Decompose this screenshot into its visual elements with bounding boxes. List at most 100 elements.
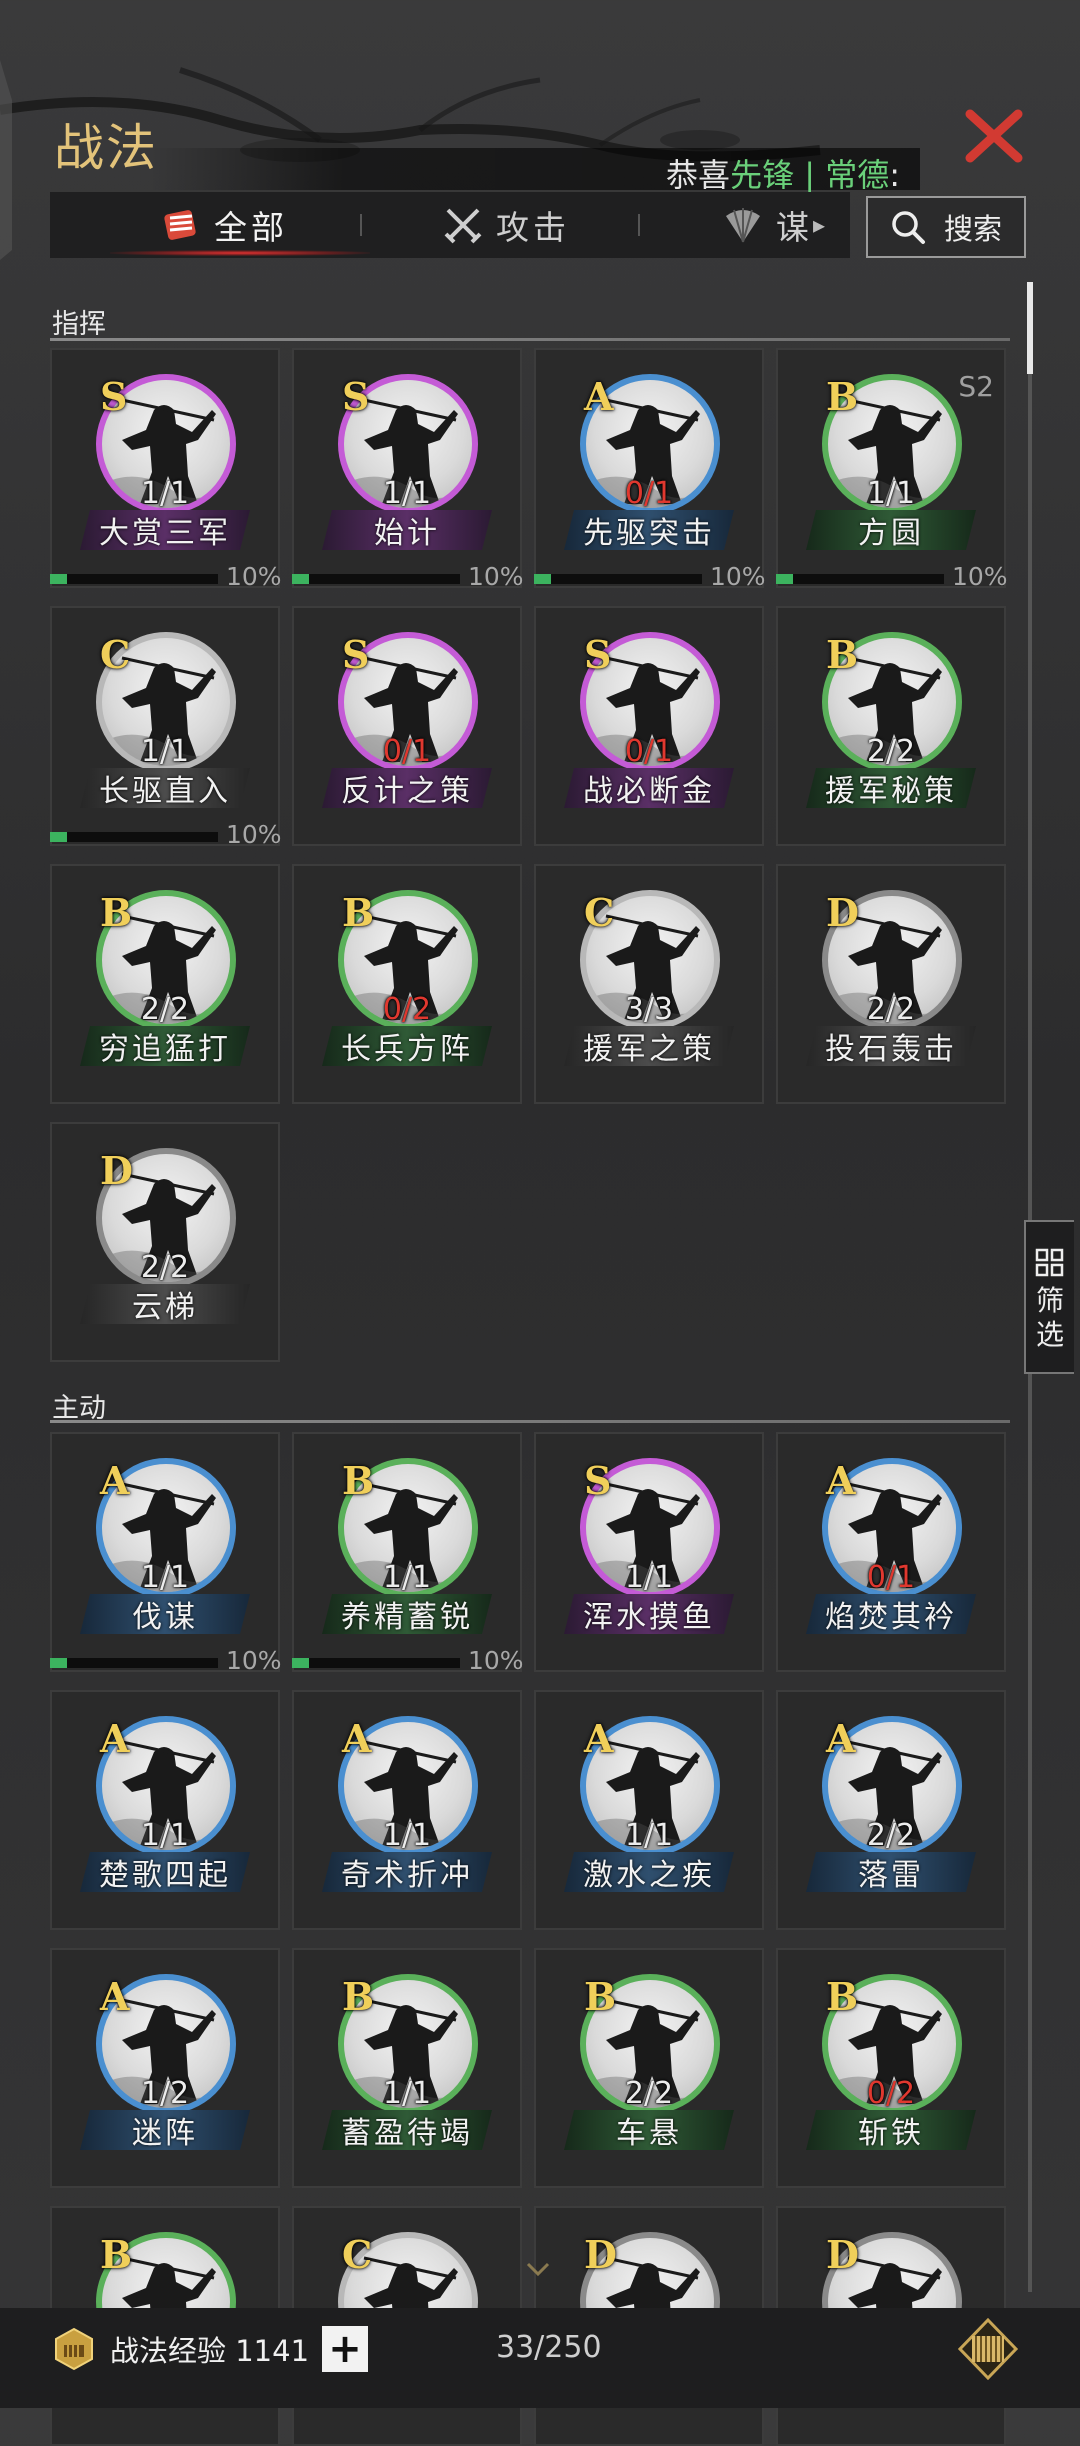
tactic-card[interactable]: S 1/1 浑水摸鱼	[534, 1432, 764, 1672]
tactic-progress-bar	[50, 832, 218, 842]
grid-icon	[1035, 1248, 1064, 1277]
tactic-grade: A	[584, 374, 614, 419]
tactic-name: 长驱直入	[80, 768, 250, 808]
tactic-card[interactable]: B 1/1 养精蓄锐	[292, 1432, 522, 1672]
tab-strategy[interactable]: 谋 ▸	[722, 192, 825, 258]
tactic-progress-fill	[50, 574, 67, 584]
tactic-name: 先驱突击	[564, 510, 734, 550]
tactic-grade: S	[584, 1458, 612, 1503]
tactic-count-label: 0/1	[382, 734, 432, 769]
tactic-card[interactable]: S 1/1 始计	[292, 348, 522, 588]
tactic-card[interactable]: A 1/1 激水之疾	[534, 1690, 764, 1930]
tactic-name: 始计	[322, 510, 492, 550]
tactic-name: 云梯	[80, 1284, 250, 1324]
tactic-grade: A	[100, 1458, 130, 1503]
tactic-grade: B	[100, 2232, 133, 2277]
chevron-right-icon[interactable]: ▸	[813, 211, 825, 239]
tactic-count-label: 2/2	[866, 1818, 916, 1853]
page-title: 战法	[54, 119, 158, 177]
tactic-name: 大赏三军	[80, 510, 250, 550]
tactic-count-label: 1/1	[382, 476, 432, 511]
tactic-progress-text: 10%	[468, 1646, 524, 1675]
tactic-grade: C	[100, 632, 131, 677]
bundle-icon	[164, 210, 196, 240]
tactic-card[interactable]: A 0/1 焰焚其衿	[776, 1432, 1006, 1672]
close-icon[interactable]	[962, 104, 1026, 168]
tactic-grade: B	[584, 1974, 617, 2019]
tactic-card[interactable]: A 1/1 奇术折冲	[292, 1690, 522, 1930]
tactic-grade: B	[342, 1974, 375, 2019]
tactic-card[interactable]: B 2/2 穷追猛打	[50, 864, 280, 1104]
tactic-progress-fill	[50, 832, 67, 842]
tactic-card[interactable]: S 0/1 战必断金	[534, 606, 764, 846]
tactic-count-label: 0/1	[624, 734, 674, 769]
tactic-grade: B	[342, 1458, 375, 1503]
tab-divider	[360, 214, 362, 236]
tactic-card[interactable]: A 0/1 先驱突击	[534, 348, 764, 588]
tactic-card[interactable]: S 0/1 反计之策	[292, 606, 522, 846]
tactic-progress-fill	[292, 1658, 309, 1668]
scroll-bundle-icon[interactable]	[958, 2318, 1018, 2380]
tactic-count-label: 3/3	[624, 992, 674, 1027]
add-exp-button[interactable]: +	[322, 2326, 368, 2372]
tactic-name: 落雷	[806, 1852, 976, 1892]
tactic-count-label: 2/2	[624, 2076, 674, 2111]
tactic-name: 斩铁	[806, 2110, 976, 2150]
tab-all[interactable]: 全部	[160, 192, 288, 258]
ticker-suffix: :	[889, 156, 900, 194]
tactic-grade: B	[826, 1974, 859, 2019]
tactic-card[interactable]: D 2/2 云梯	[50, 1122, 280, 1362]
tactic-grade: A	[100, 1974, 130, 2019]
tactic-grade: D	[826, 890, 859, 935]
tactic-grade: D	[826, 2232, 859, 2277]
ticker-person: 常德	[825, 156, 890, 194]
tactic-card[interactable]: B 2/2 车悬	[534, 1948, 764, 2188]
tactic-name: 援军秘策	[806, 768, 976, 808]
tactic-card[interactable]: B 2/2 援军秘策	[776, 606, 1006, 846]
tactic-grade: S	[342, 374, 370, 419]
tactic-count-label: 0/2	[382, 992, 432, 1027]
ticker-separator: |	[794, 156, 826, 194]
tactic-count-label: 0/1	[624, 476, 674, 511]
tactic-card[interactable]: S 1/1 大赏三军	[50, 348, 280, 588]
tactic-progress-text: 10%	[226, 820, 282, 849]
tactic-card[interactable]: C 1/1 长驱直入	[50, 606, 280, 846]
tactic-name: 焰焚其衿	[806, 1594, 976, 1634]
tab-attack[interactable]: 攻击	[442, 192, 570, 258]
filter-label-1: 筛	[1035, 1284, 1064, 1317]
tactic-card[interactable]: A 1/2 迷阵	[50, 1948, 280, 2188]
tactic-name: 楚歌四起	[80, 1852, 250, 1892]
tactic-count-label: 1/1	[624, 1818, 674, 1853]
tactic-card[interactable]: A 2/2 落雷	[776, 1690, 1006, 1930]
tactic-count-label: 1/1	[382, 1818, 432, 1853]
tab-strategy-label: 谋	[776, 208, 813, 247]
tactic-count-label: 1/1	[382, 2076, 432, 2111]
tactic-name: 奇术折冲	[322, 1852, 492, 1892]
tactic-card[interactable]: D 2/2 投石轰击	[776, 864, 1006, 1104]
tactic-name: 援军之策	[564, 1026, 734, 1066]
category-tabs: 全部 攻击 谋 ▸	[50, 192, 850, 258]
tactic-grade: D	[100, 1148, 133, 1193]
tactic-card[interactable]: A 1/1 伐谋	[50, 1432, 280, 1672]
tactic-name: 蓄盈待竭	[322, 2110, 492, 2150]
tactic-grade: A	[584, 1716, 614, 1761]
tactic-grade: B	[826, 374, 859, 419]
tactic-card[interactable]: B 1/1 蓄盈待竭	[292, 1948, 522, 2188]
tactic-card[interactable]: A 1/1 楚歌四起	[50, 1690, 280, 1930]
tactic-name: 长兵方阵	[322, 1026, 492, 1066]
filter-button[interactable]: 筛 选	[1024, 1220, 1074, 1374]
tactic-progress-text: 10%	[226, 1646, 282, 1675]
tactic-grade: C	[584, 890, 615, 935]
tactic-card[interactable]: B 0/2 长兵方阵	[292, 864, 522, 1104]
tactic-card[interactable]: C 3/3 援军之策	[534, 864, 764, 1104]
scrollbar-thumb[interactable]	[1027, 282, 1033, 374]
tactic-progress-fill	[776, 574, 793, 584]
active-tab-underline	[110, 250, 370, 256]
tactic-card[interactable]: B 0/2 斩铁	[776, 1948, 1006, 2188]
tactic-grade: B	[826, 632, 859, 677]
tactic-count-label: 2/2	[140, 992, 190, 1027]
tactic-card[interactable]: B S2 1/1 方圆	[776, 348, 1006, 588]
exp-label: 战法经验	[110, 2334, 227, 2368]
search-button[interactable]: 搜索	[866, 196, 1026, 258]
tactic-progress-text: 10%	[468, 562, 524, 591]
